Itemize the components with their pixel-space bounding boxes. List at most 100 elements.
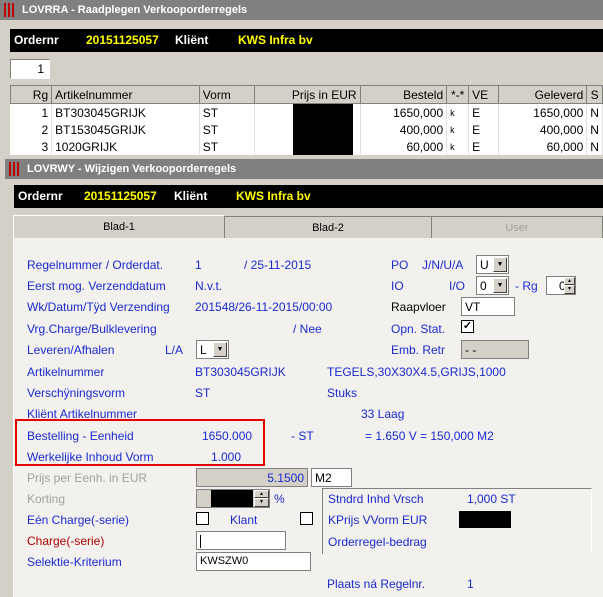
cell-artikel: BT153045GRIJK <box>51 121 200 138</box>
redacted-price <box>292 138 353 155</box>
io-select-value: 0 <box>480 279 487 293</box>
klant-label: Klant <box>230 513 258 527</box>
werkelijke-inhoud-label: Werkelijke Inhoud Vorm <box>27 450 154 464</box>
cell-besteld: 1650,000 <box>360 103 448 121</box>
een-charge-checkbox[interactable] <box>196 512 209 525</box>
col-geleverd[interactable]: Geleverd <box>497 85 588 104</box>
artikelnummer-label: Artikelnummer <box>27 365 105 379</box>
window1-title: LOVRRA - Raadplegen Verkooporderregels <box>22 4 248 16</box>
client-label: Kliënt <box>174 189 208 203</box>
leveren-afhalen-label: Leveren/Afhalen <box>27 343 115 357</box>
page-number-input[interactable]: 1 <box>10 59 50 79</box>
opn-stat-label: Opn. Stat. <box>391 322 446 336</box>
window1-order-header: Ordernr 20151125057 Kliënt KWS Infra bv <box>10 29 603 52</box>
wk-verzending-label: Wk/Datum/Tÿd Verzending <box>27 300 170 314</box>
client-value: KWS Infra bv <box>238 33 313 47</box>
window1-titlebar[interactable]: LOVRRA - Raadplegen Verkooporderregels <box>0 0 603 20</box>
po-label: PO <box>391 258 409 272</box>
app-icon <box>4 3 14 17</box>
la-select[interactable]: L ▼ <box>196 340 229 359</box>
cell-artikel: BT303045GRIJK <box>51 103 200 121</box>
bestelling-calculation: = 1.650 V = 150,000 M2 <box>365 429 494 443</box>
col-besteld[interactable]: Besteld <box>359 85 448 104</box>
charge-serie-input[interactable] <box>196 531 286 550</box>
eerst-verzenddatum-value: N.v.t. <box>195 279 223 293</box>
window2-title: LOVRWY - Wijzigen Verkooporderregels <box>27 163 237 175</box>
spin-down-icon[interactable]: ▼ <box>564 285 575 294</box>
cell-ve: E <box>468 138 499 155</box>
spin-up-icon[interactable]: ▲ <box>564 277 575 285</box>
window2-titlebar[interactable]: LOVRWY - Wijzigen Verkooporderregels <box>5 159 603 179</box>
selektie-kriterium-input[interactable]: KWSZW0 <box>196 552 311 571</box>
regelnummer-value: 1 <box>195 258 202 272</box>
window2-order-header: Ordernr 20151125057 Kliënt KWS Infra bv <box>14 185 603 208</box>
orderlines-table-container: Rg Artikelnummer Vorm Prijs in EUR Beste… <box>10 85 603 155</box>
prijs-unit-input[interactable]: M2 <box>311 468 352 487</box>
plaats-regelnr-label: Plaats ná Regelnr. <box>327 577 426 591</box>
col-artikel[interactable]: Artikelnummer <box>51 85 200 104</box>
opn-stat-checkbox[interactable]: ✓ <box>461 320 474 333</box>
col-ve[interactable]: VE <box>468 85 499 104</box>
spin-up-icon[interactable]: ▲ <box>254 490 269 498</box>
cell-rg: 2 <box>10 121 53 138</box>
jnua-label: J/N/U/A <box>422 258 464 272</box>
verschijningsvorm-label: Verschÿningsvorm <box>27 386 126 400</box>
col-s[interactable]: S <box>586 85 603 104</box>
cell-artikel: 1020GRIJK <box>51 138 200 155</box>
col-vorm[interactable]: Vorm <box>198 85 255 104</box>
table-row[interactable]: 1 BT303045GRIJK ST 1650,000 k E 1650,000… <box>10 103 603 121</box>
tab-blad-2[interactable]: Blad-2 <box>224 216 432 238</box>
bestelling-eenheid-value: 1650.000 <box>202 429 253 443</box>
cell-mark: k <box>446 103 470 121</box>
chevron-down-icon[interactable]: ▼ <box>493 257 507 272</box>
orderregel-bedrag-label: Orderregel-bedrag <box>328 535 427 549</box>
stndrd-inhd-label: Stndrd Inhd Vrsch <box>328 492 424 506</box>
klant-checkbox[interactable] <box>300 512 313 525</box>
orderdat-value: / 25-11-2015 <box>244 258 312 272</box>
spin-down-icon[interactable]: ▼ <box>254 498 269 507</box>
korting-percent: % <box>274 492 285 506</box>
verschijningsvorm-unit: Stuks <box>327 386 358 400</box>
cell-geleverd: 60,000 <box>498 138 588 155</box>
laag-value: 33 Laag <box>361 407 405 421</box>
la-select-value: L <box>200 343 207 357</box>
io2-label: I/O <box>449 279 466 293</box>
table-row[interactable]: 2 BT153045GRIJK ST 400,000 k E 400,000 N <box>10 121 603 138</box>
tab-user[interactable]: User <box>431 216 603 238</box>
verschijningsvorm-value: ST <box>195 386 211 400</box>
io-label: IO <box>391 279 404 293</box>
io-select[interactable]: 0 ▼ <box>476 276 509 295</box>
raapvloer-input[interactable]: VT <box>461 297 515 316</box>
col-rg[interactable]: Rg <box>10 85 53 104</box>
artikelnummer-value: BT303045GRIJK <box>195 365 286 379</box>
tab-blad-1[interactable]: Blad-1 <box>13 215 225 239</box>
eerst-verzenddatum-label: Eerst mog. Verzenddatum <box>27 279 166 293</box>
selektie-kriterium-label: Selektie-Kriterium <box>27 555 122 569</box>
cell-mark: k <box>446 121 470 138</box>
raapvloer-label: Raapvloer <box>391 300 446 314</box>
charge-serie-label: Charge(-serie) <box>27 534 105 548</box>
cell-s: N <box>586 138 603 155</box>
korting-spinner[interactable]: ▲ ▼ <box>196 489 270 508</box>
cell-geleverd: 1650,000 <box>498 103 588 121</box>
werkelijke-inhoud-value: 1.000 <box>211 450 242 464</box>
redacted-price <box>292 121 353 138</box>
regelnummer-label: Regelnummer / Orderdat. <box>27 258 164 272</box>
redacted-korting <box>211 490 253 507</box>
prijs-input[interactable]: 5.1500 <box>196 468 308 487</box>
rg-spinner[interactable]: 0 ▲ ▼ <box>546 276 576 295</box>
chevron-down-icon[interactable]: ▼ <box>493 278 507 293</box>
ordernr-label: Ordernr <box>14 33 59 47</box>
chevron-down-icon[interactable]: ▼ <box>213 342 227 357</box>
col-prijs[interactable]: Prijs in EUR <box>253 85 361 104</box>
la-label: L/A <box>165 343 184 357</box>
cell-rg: 3 <box>10 138 53 155</box>
cell-ve: E <box>468 103 499 121</box>
table-row[interactable]: 3 1020GRIJK ST 60,000 k E 60,000 N <box>10 138 603 155</box>
plaats-regelnr-value: 1 <box>467 577 474 591</box>
een-charge-label: Eén Charge(-serie) <box>27 513 130 527</box>
cell-rg: 1 <box>10 103 53 121</box>
text-cursor <box>200 535 201 549</box>
col-mark[interactable]: *-* <box>446 85 470 104</box>
jnua-select[interactable]: U ▼ <box>476 255 509 274</box>
